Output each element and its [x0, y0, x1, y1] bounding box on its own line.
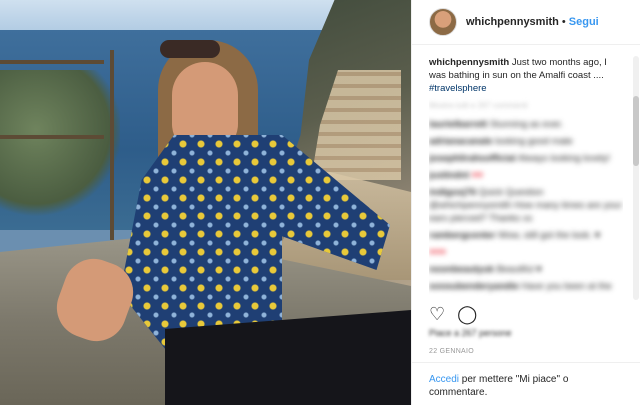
- login-link[interactable]: Accedi: [429, 374, 459, 385]
- comment-username[interactable]: justindnt: [429, 170, 469, 181]
- comments-list[interactable]: whichpennysmith Just two months ago, I w…: [429, 56, 623, 296]
- comment-username[interactable]: rambergcenter: [429, 230, 496, 241]
- caption: whichpennysmith Just two months ago, I w…: [429, 56, 623, 95]
- comment-username[interactable]: laurielbarrett: [429, 119, 487, 130]
- list-item: justindnt ♥♥: [429, 169, 623, 182]
- list-item: ♥♥♥: [429, 246, 623, 259]
- comment-text: Always looking lovely!: [517, 153, 611, 164]
- rail-bar: [0, 135, 104, 139]
- list-item: adrianacanale looking good mate: [429, 135, 623, 148]
- comment-text: Beautiful ♥: [496, 264, 542, 275]
- sunglasses: [160, 40, 220, 58]
- instagram-post: whichpennysmith • Segui whichpennysmith …: [0, 0, 640, 405]
- list-item: indigoxj76 Quick Question @whichpennysmi…: [429, 186, 623, 225]
- follow-button[interactable]: Segui: [569, 16, 599, 28]
- list-item: soosubenderyandie Have you been at the: [429, 280, 623, 293]
- comment-username[interactable]: noonbeautyuk: [429, 264, 494, 275]
- comment-username[interactable]: soosubenderyandie: [429, 281, 519, 292]
- comment-text: Stunning as ever.: [489, 119, 564, 130]
- header-username[interactable]: whichpennysmith: [466, 16, 559, 28]
- list-item: noonbeautyuk Beautiful ♥: [429, 263, 623, 276]
- scrollbar-thumb[interactable]: [633, 96, 639, 166]
- comment-username[interactable]: josephlirahsofficial: [429, 153, 516, 164]
- list-item: laurielbarrett Stunning as ever.: [429, 118, 623, 131]
- comment-icon[interactable]: ◯: [457, 304, 477, 325]
- comment-username[interactable]: adrianacanale: [429, 136, 492, 147]
- caption-username[interactable]: whichpennysmith: [429, 57, 509, 68]
- post-header: whichpennysmith • Segui: [412, 0, 640, 45]
- hashtag-link[interactable]: #travelsphere: [429, 83, 487, 94]
- caption-meta: Mostra tutti e 267 commenti: [429, 101, 528, 110]
- avatar[interactable]: [429, 8, 457, 36]
- heart-icon[interactable]: ♡: [429, 304, 445, 325]
- post-photo[interactable]: [0, 0, 411, 405]
- comments-scrollbar[interactable]: [633, 56, 639, 300]
- rail-bar: [0, 60, 104, 64]
- comment-text: Have you been at the: [521, 281, 612, 292]
- comment-text: ♥♥: [471, 170, 484, 181]
- list-item: rambergcenter Wow, still got the look. ♥: [429, 229, 623, 242]
- likes-count[interactable]: Piace a 267 persone: [429, 328, 512, 338]
- post-date: 22 GENNAIO: [429, 348, 475, 355]
- separator-dot: •: [561, 16, 566, 28]
- list-item: josephlirahsofficial Always looking love…: [429, 152, 623, 165]
- login-footer: Accedi per mettere "Mi piace" o commenta…: [412, 362, 640, 409]
- action-bar: ♡ ◯: [429, 304, 477, 325]
- comment-text: Wow, still got the look. ♥: [498, 230, 601, 241]
- comment-text: ♥♥♥: [429, 247, 446, 258]
- post-side-panel: whichpennysmith • Segui whichpennysmith …: [411, 0, 640, 405]
- railing: [0, 50, 114, 240]
- comment-text: looking good mate: [495, 136, 573, 147]
- comment-username[interactable]: indigoxj76: [429, 187, 476, 198]
